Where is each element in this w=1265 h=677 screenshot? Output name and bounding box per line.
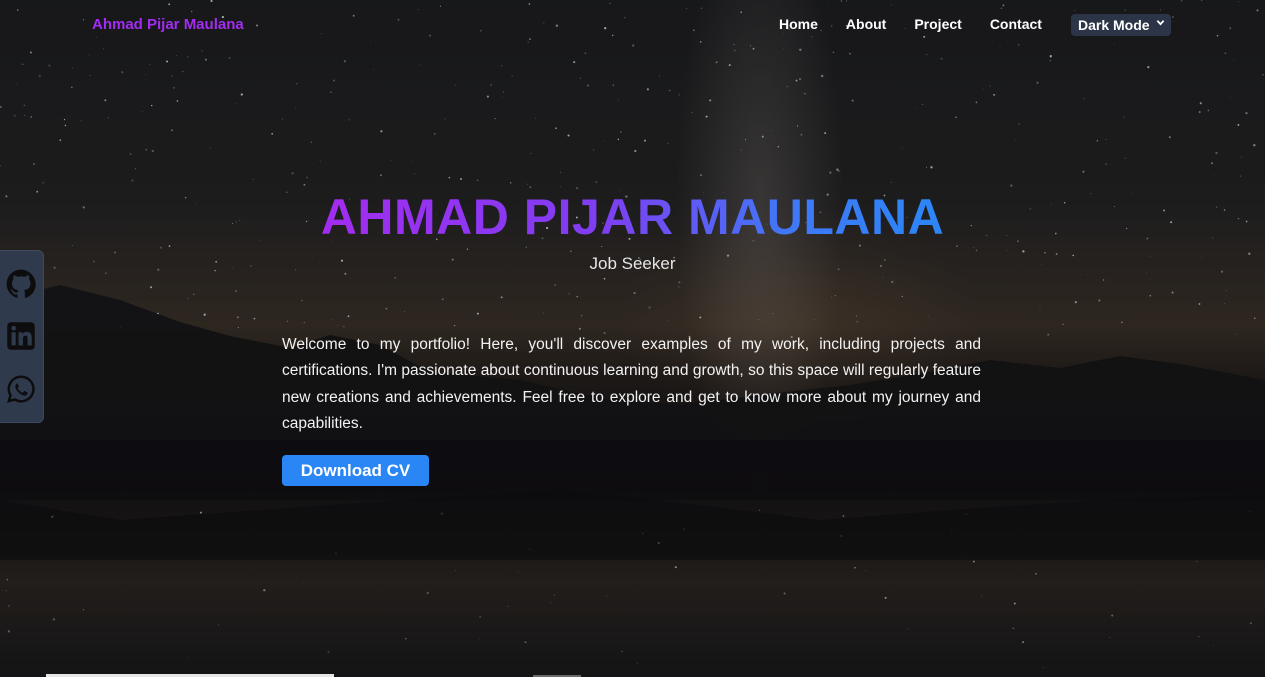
download-cv-button[interactable]: Download CV: [282, 455, 429, 486]
hero-title-text: AHMAD PIJAR MAULANA: [320, 189, 945, 245]
hero-subtitle: Job Seeker: [589, 254, 676, 273]
theme-select-value: Dark Mode: [1078, 17, 1150, 33]
theme-select[interactable]: Dark Mode: [1071, 14, 1171, 36]
nav-link-about[interactable]: About: [846, 16, 886, 32]
navbar: Ahmad Pijar Maulana Home About Project C…: [0, 0, 1265, 52]
nav-link-contact[interactable]: Contact: [990, 16, 1042, 32]
linkedin-icon[interactable]: [6, 321, 36, 351]
brand-logo[interactable]: Ahmad Pijar Maulana: [92, 16, 244, 33]
hero-description: Welcome to my portfolio! Here, you'll di…: [282, 336, 981, 432]
chevron-down-icon: [1156, 18, 1165, 30]
nav-link-home[interactable]: Home: [779, 16, 818, 32]
hero-title: AHMAD PIJAR MAULANA: [0, 186, 1265, 248]
nav-links: Home About Project Contact: [779, 16, 1042, 32]
whatsapp-icon[interactable]: [6, 374, 36, 404]
nav-link-project[interactable]: Project: [914, 16, 961, 32]
social-sidebar: [0, 250, 44, 423]
